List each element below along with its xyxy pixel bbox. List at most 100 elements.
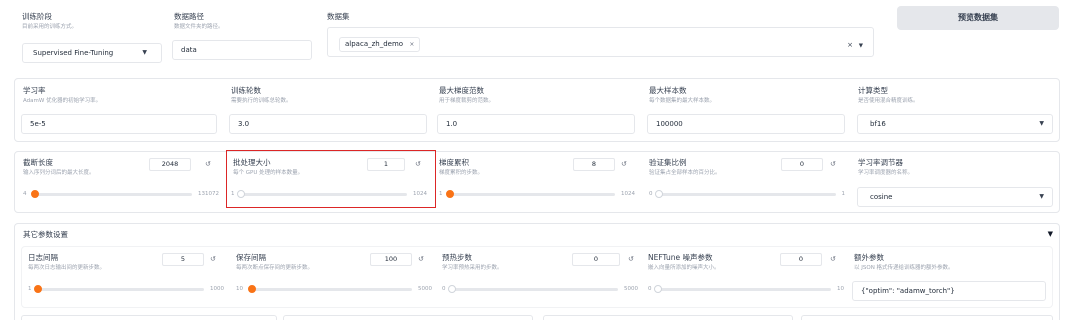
cutoff-len-label: 截断长度 xyxy=(23,158,53,167)
hyperparam-row-1: 学习率 AdamW 优化器的初始学习率。 5e-5 训练轮数 需要执行的训练总轮… xyxy=(14,78,1060,142)
next-row-panel xyxy=(21,315,277,320)
dataset-dir-input[interactable]: data xyxy=(172,40,312,60)
hyperparam-row-2: 截断长度 输入序列分词后的最大长度。 2048 ↺ 4 131072 批处理大小… xyxy=(14,150,1060,213)
logging-steps-label: 日志间隔 xyxy=(28,253,58,262)
num-epochs-label: 训练轮数 xyxy=(231,86,261,95)
next-row-panel xyxy=(801,315,1053,320)
warmup-steps-info: 学习率预热采用的步数。 xyxy=(442,265,503,271)
slider-min: 0 xyxy=(648,286,652,292)
logging-steps-slider[interactable] xyxy=(34,284,204,293)
lr-scheduler-field: 学习率调节器 学习率调度器的名称。 xyxy=(858,158,913,177)
slider-max: 131072 xyxy=(198,191,219,197)
chevron-down-icon: ▼ xyxy=(1039,193,1044,200)
chevron-down-icon[interactable]: ▼ xyxy=(859,37,863,55)
neftune-alpha-info: 嵌入向量所添加的噪声大小。 xyxy=(648,265,720,271)
val-size-number[interactable]: 0 xyxy=(781,158,823,171)
stage-select[interactable]: Supervised Fine-Tuning ▼ xyxy=(22,43,162,63)
dataset-dir-info: 数据文件夹的路径。 xyxy=(174,24,224,30)
neftune-alpha-field: NEFTune 噪声参数 嵌入向量所添加的噪声大小。 xyxy=(648,253,720,272)
learning-rate-input[interactable]: 5e-5 xyxy=(21,114,217,134)
learning-rate-label: 学习率 xyxy=(23,86,46,95)
compute-type-field: 计算类型 是否使用混合精度训练。 xyxy=(858,86,919,105)
reset-icon[interactable]: ↺ xyxy=(830,158,836,171)
grad-accum-slider-row: 1 1024 xyxy=(439,189,635,198)
dataset-multiselect[interactable]: alpaca_zh_demo × × ▼ xyxy=(327,27,874,57)
max-grad-norm-input[interactable]: 1.0 xyxy=(437,114,635,134)
slider-max: 1 xyxy=(841,191,846,197)
dataset-dir-field: 数据路径 数据文件夹的路径。 xyxy=(174,12,314,31)
cutoff-len-number[interactable]: 2048 xyxy=(149,158,191,171)
save-steps-slider[interactable] xyxy=(247,284,412,293)
max-grad-norm-info: 用于梯度裁剪的范数。 xyxy=(439,98,495,104)
neftune-alpha-slider-row: 0 10 xyxy=(648,284,844,293)
slider-max: 5000 xyxy=(418,286,432,292)
batch-size-slider[interactable] xyxy=(236,189,407,198)
cutoff-len-slider[interactable] xyxy=(31,189,192,198)
neftune-alpha-number[interactable]: 0 xyxy=(780,253,822,266)
learning-rate-value: 5e-5 xyxy=(30,120,46,128)
logging-steps-field: 日志间隔 每两次日志输出间的更新步数。 xyxy=(28,253,105,272)
slider-min: 0 xyxy=(649,191,653,197)
chevron-down-icon: ▼ xyxy=(1039,120,1044,127)
batch-size-number[interactable]: 1 xyxy=(367,158,405,171)
slider-max: 1024 xyxy=(413,191,427,197)
lr-scheduler-value: cosine xyxy=(870,193,893,201)
warmup-steps-number[interactable]: 0 xyxy=(572,253,620,266)
max-samples-value: 100000 xyxy=(656,120,683,128)
reset-icon[interactable]: ↺ xyxy=(210,253,216,266)
grad-accum-slider[interactable] xyxy=(445,189,615,198)
extra-args-field: 额外参数 以 JSON 格式传递给训练器的额外参数。 xyxy=(854,253,954,272)
dataset-label: 数据集 xyxy=(327,12,350,21)
reset-icon[interactable]: ↺ xyxy=(415,158,421,171)
reset-icon[interactable]: ↺ xyxy=(621,158,627,171)
extra-args-value: {"optim": "adamw_torch"} xyxy=(861,287,955,295)
compute-type-value: bf16 xyxy=(870,120,886,128)
clear-icon[interactable]: × xyxy=(847,36,853,54)
next-row-panel xyxy=(283,315,533,320)
save-steps-slider-row: 10 5000 xyxy=(236,284,432,293)
save-steps-number[interactable]: 100 xyxy=(370,253,412,266)
lr-scheduler-select[interactable]: cosine ▼ xyxy=(857,187,1053,207)
warmup-steps-field: 预热步数 学习率预热采用的步数。 xyxy=(442,253,503,272)
collapse-icon[interactable]: ▼ xyxy=(1048,230,1053,238)
reset-icon[interactable]: ↺ xyxy=(205,158,211,171)
reset-icon[interactable]: ↺ xyxy=(418,253,424,266)
accordion-header[interactable]: 其它参数设置 ▼ xyxy=(15,224,1061,244)
stage-label: 训练阶段 xyxy=(22,12,52,21)
extra-args-info: 以 JSON 格式传递给训练器的额外参数。 xyxy=(854,265,954,271)
reset-icon[interactable]: ↺ xyxy=(830,253,836,266)
warmup-steps-label: 预热步数 xyxy=(442,253,472,262)
neftune-alpha-slider[interactable] xyxy=(653,284,831,293)
preview-dataset-button[interactable]: 预览数据集 xyxy=(897,6,1059,30)
val-size-label: 验证集比例 xyxy=(649,158,687,167)
slider-min: 4 xyxy=(23,191,27,197)
num-epochs-field: 训练轮数 需要执行的训练总轮数。 xyxy=(231,86,292,105)
save-steps-field: 保存间隔 每两次断点保存间的更新步数。 xyxy=(236,253,313,272)
learning-rate-field: 学习率 AdamW 优化器的初始学习率。 xyxy=(23,86,101,105)
val-size-slider[interactable] xyxy=(654,189,836,198)
slider-max: 10 xyxy=(837,286,844,292)
num-epochs-info: 需要执行的训练总轮数。 xyxy=(231,98,292,104)
slider-max: 5000 xyxy=(624,286,638,292)
tag-remove-icon[interactable]: × xyxy=(409,41,414,48)
val-size-field: 验证集比例 验证集占全部样本的百分比。 xyxy=(649,158,721,177)
slider-min: 1 xyxy=(231,191,235,197)
warmup-steps-slider[interactable] xyxy=(447,284,618,293)
lr-scheduler-info: 学习率调度器的名称。 xyxy=(858,170,914,176)
dataset-tag-label: alpaca_zh_demo xyxy=(345,40,404,48)
logging-steps-number[interactable]: 5 xyxy=(162,253,204,266)
accordion-title: 其它参数设置 xyxy=(23,230,68,239)
val-size-info: 验证集占全部样本的百分比。 xyxy=(649,170,721,176)
learning-rate-info: AdamW 优化器的初始学习率。 xyxy=(23,98,102,104)
max-grad-norm-value: 1.0 xyxy=(446,120,458,128)
logging-steps-slider-row: 1 1000 xyxy=(28,284,224,293)
extra-args-input[interactable]: {"optim": "adamw_torch"} xyxy=(852,281,1046,301)
num-epochs-input[interactable]: 3.0 xyxy=(229,114,427,134)
max-samples-input[interactable]: 100000 xyxy=(647,114,845,134)
batch-size-label: 批处理大小 xyxy=(233,158,271,167)
slider-min: 1 xyxy=(28,286,32,292)
compute-type-select[interactable]: bf16 ▼ xyxy=(857,114,1053,134)
grad-accum-number[interactable]: 8 xyxy=(573,158,615,171)
reset-icon[interactable]: ↺ xyxy=(628,253,634,266)
slider-min: 10 xyxy=(236,286,243,292)
